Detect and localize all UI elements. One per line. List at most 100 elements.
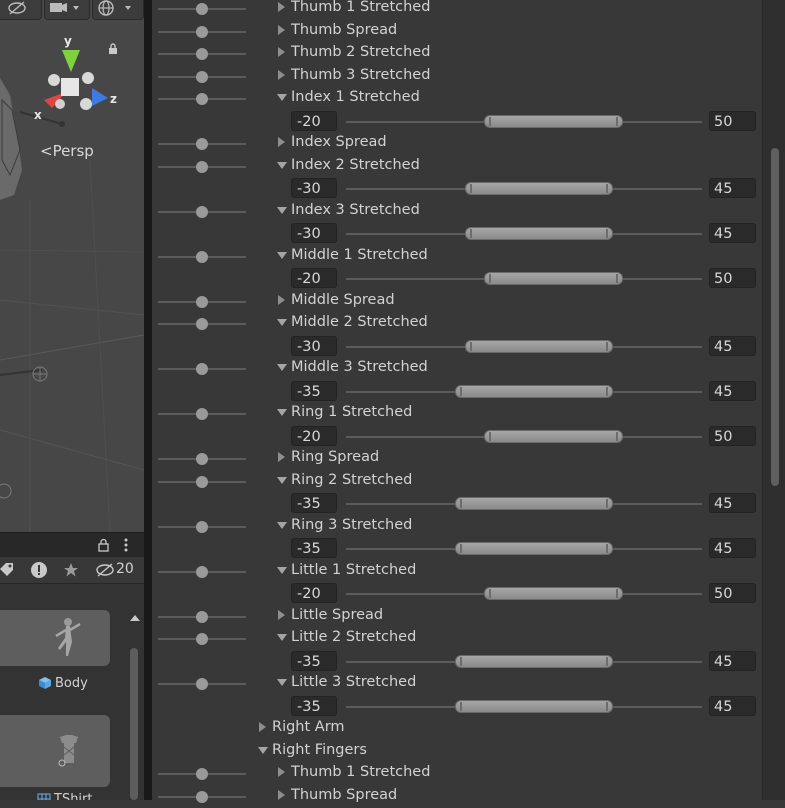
range-slider-thumb[interactable] <box>464 339 613 353</box>
muscle-preview-slider[interactable] <box>158 0 246 20</box>
range-max-field[interactable]: 45 <box>709 650 756 671</box>
foldout-collapsed-icon[interactable] <box>258 722 270 734</box>
muscle-preview-knob[interactable] <box>196 408 208 420</box>
foldout-expanded-icon[interactable] <box>277 160 289 172</box>
range-min-field[interactable]: -35 <box>291 695 337 716</box>
range-slider-thumb[interactable] <box>454 542 613 555</box>
muscle-preview-knob[interactable] <box>196 453 208 465</box>
muscle-preview-slider[interactable] <box>158 201 246 223</box>
foldout-expanded-icon[interactable] <box>277 205 289 217</box>
range-min-field[interactable]: -35 <box>291 380 337 401</box>
range-max-field[interactable]: 45 <box>709 335 756 356</box>
foldout-expanded-icon[interactable] <box>277 317 289 329</box>
muscle-preview-knob[interactable] <box>196 318 208 330</box>
range-slider-thumb[interactable] <box>454 497 613 510</box>
range-slider-thumb[interactable] <box>484 429 623 443</box>
muscle-preview-knob[interactable] <box>196 520 208 533</box>
muscle-preview-knob[interactable] <box>196 633 208 645</box>
range-max-field[interactable]: 45 <box>709 223 756 243</box>
foldout-collapsed-icon[interactable] <box>277 767 289 779</box>
muscle-preview-slider[interactable] <box>158 516 246 538</box>
muscle-preview-slider[interactable] <box>158 358 246 380</box>
foldout-expanded-icon[interactable] <box>277 407 289 419</box>
muscle-preview-slider[interactable] <box>158 786 246 808</box>
muscle-preview-knob[interactable] <box>196 363 208 375</box>
muscle-preview-slider[interactable] <box>158 628 246 650</box>
muscle-preview-slider[interactable] <box>158 448 246 470</box>
range-min-field[interactable]: -30 <box>291 335 337 356</box>
foldout-expanded-icon[interactable] <box>277 475 289 487</box>
foldout-expanded-icon[interactable] <box>258 745 270 757</box>
muscle-preview-slider[interactable] <box>158 313 246 335</box>
muscle-preview-knob[interactable] <box>196 295 208 308</box>
foldout-expanded-icon[interactable] <box>277 250 289 262</box>
muscle-preview-knob[interactable] <box>196 93 208 105</box>
muscle-preview-slider[interactable] <box>158 403 246 425</box>
foldout-expanded-icon[interactable] <box>277 677 289 689</box>
range-min-field[interactable]: -20 <box>291 583 337 603</box>
muscle-preview-slider[interactable] <box>158 291 246 313</box>
range-max-field[interactable]: 50 <box>709 110 756 131</box>
range-slider-thumb[interactable] <box>464 227 613 240</box>
foldout-collapsed-icon[interactable] <box>277 294 289 307</box>
muscle-preview-knob[interactable] <box>196 48 208 60</box>
range-slider-thumb[interactable] <box>454 384 613 398</box>
inspector-scroll-thumb[interactable] <box>771 148 779 486</box>
muscle-preview-knob[interactable] <box>196 3 208 15</box>
range-slider-thumb[interactable] <box>484 272 623 285</box>
foldout-collapsed-icon[interactable] <box>277 69 289 82</box>
range-max-field[interactable]: 45 <box>709 178 756 198</box>
range-slider-thumb[interactable] <box>454 654 613 668</box>
foldout-collapsed-icon[interactable] <box>277 137 289 149</box>
muscle-preview-knob[interactable] <box>196 70 208 83</box>
range-max-field[interactable]: 50 <box>709 583 756 603</box>
foldout-expanded-icon[interactable] <box>277 520 289 532</box>
range-max-field[interactable]: 45 <box>709 695 756 716</box>
muscle-preview-knob[interactable] <box>196 25 208 38</box>
range-min-field[interactable]: -20 <box>291 425 337 446</box>
foldout-expanded-icon[interactable] <box>277 362 289 374</box>
muscle-preview-knob[interactable] <box>196 768 208 780</box>
muscle-preview-slider[interactable] <box>158 246 246 268</box>
muscle-preview-knob[interactable] <box>196 250 208 263</box>
range-max-field[interactable]: 45 <box>709 380 756 401</box>
muscle-preview-slider[interactable] <box>158 156 246 178</box>
range-min-field[interactable]: -35 <box>291 538 337 558</box>
foldout-expanded-icon[interactable] <box>277 632 289 644</box>
range-slider-thumb[interactable] <box>484 114 623 128</box>
muscle-preview-slider[interactable] <box>158 21 246 43</box>
range-min-field[interactable]: -30 <box>291 178 337 198</box>
muscle-preview-slider[interactable] <box>158 88 246 110</box>
muscle-preview-slider[interactable] <box>158 763 246 785</box>
range-max-field[interactable]: 50 <box>709 268 756 288</box>
muscle-preview-slider[interactable] <box>158 561 246 583</box>
range-slider-thumb[interactable] <box>484 587 623 600</box>
foldout-collapsed-icon[interactable] <box>277 24 289 37</box>
muscle-preview-knob[interactable] <box>196 610 208 623</box>
muscle-preview-knob[interactable] <box>196 475 208 488</box>
range-min-field[interactable]: -20 <box>291 268 337 288</box>
range-min-field[interactable]: -35 <box>291 650 337 671</box>
muscle-preview-knob[interactable] <box>196 565 208 578</box>
foldout-collapsed-icon[interactable] <box>277 2 289 14</box>
muscle-preview-slider[interactable] <box>158 66 246 88</box>
foldout-collapsed-icon[interactable] <box>277 47 289 59</box>
muscle-preview-knob[interactable] <box>196 790 208 803</box>
range-min-field[interactable]: -20 <box>291 110 337 131</box>
foldout-collapsed-icon[interactable] <box>277 452 289 464</box>
range-min-field[interactable]: -30 <box>291 223 337 243</box>
muscle-preview-knob[interactable] <box>196 160 208 173</box>
range-max-field[interactable]: 50 <box>709 425 756 446</box>
muscle-preview-knob[interactable] <box>196 205 208 218</box>
foldout-collapsed-icon[interactable] <box>277 609 289 622</box>
foldout-expanded-icon[interactable] <box>277 565 289 577</box>
muscle-preview-slider[interactable] <box>158 133 246 155</box>
muscle-group-row[interactable]: Right Arm <box>0 718 610 740</box>
range-min-field[interactable]: -35 <box>291 493 337 513</box>
muscle-preview-slider[interactable] <box>158 43 246 65</box>
inspector-scrollbar[interactable] <box>762 0 785 800</box>
range-slider-thumb[interactable] <box>464 182 613 195</box>
foldout-expanded-icon[interactable] <box>277 92 289 104</box>
muscle-preview-knob[interactable] <box>196 678 208 690</box>
muscle-group-row[interactable]: Right Fingers <box>0 741 610 763</box>
